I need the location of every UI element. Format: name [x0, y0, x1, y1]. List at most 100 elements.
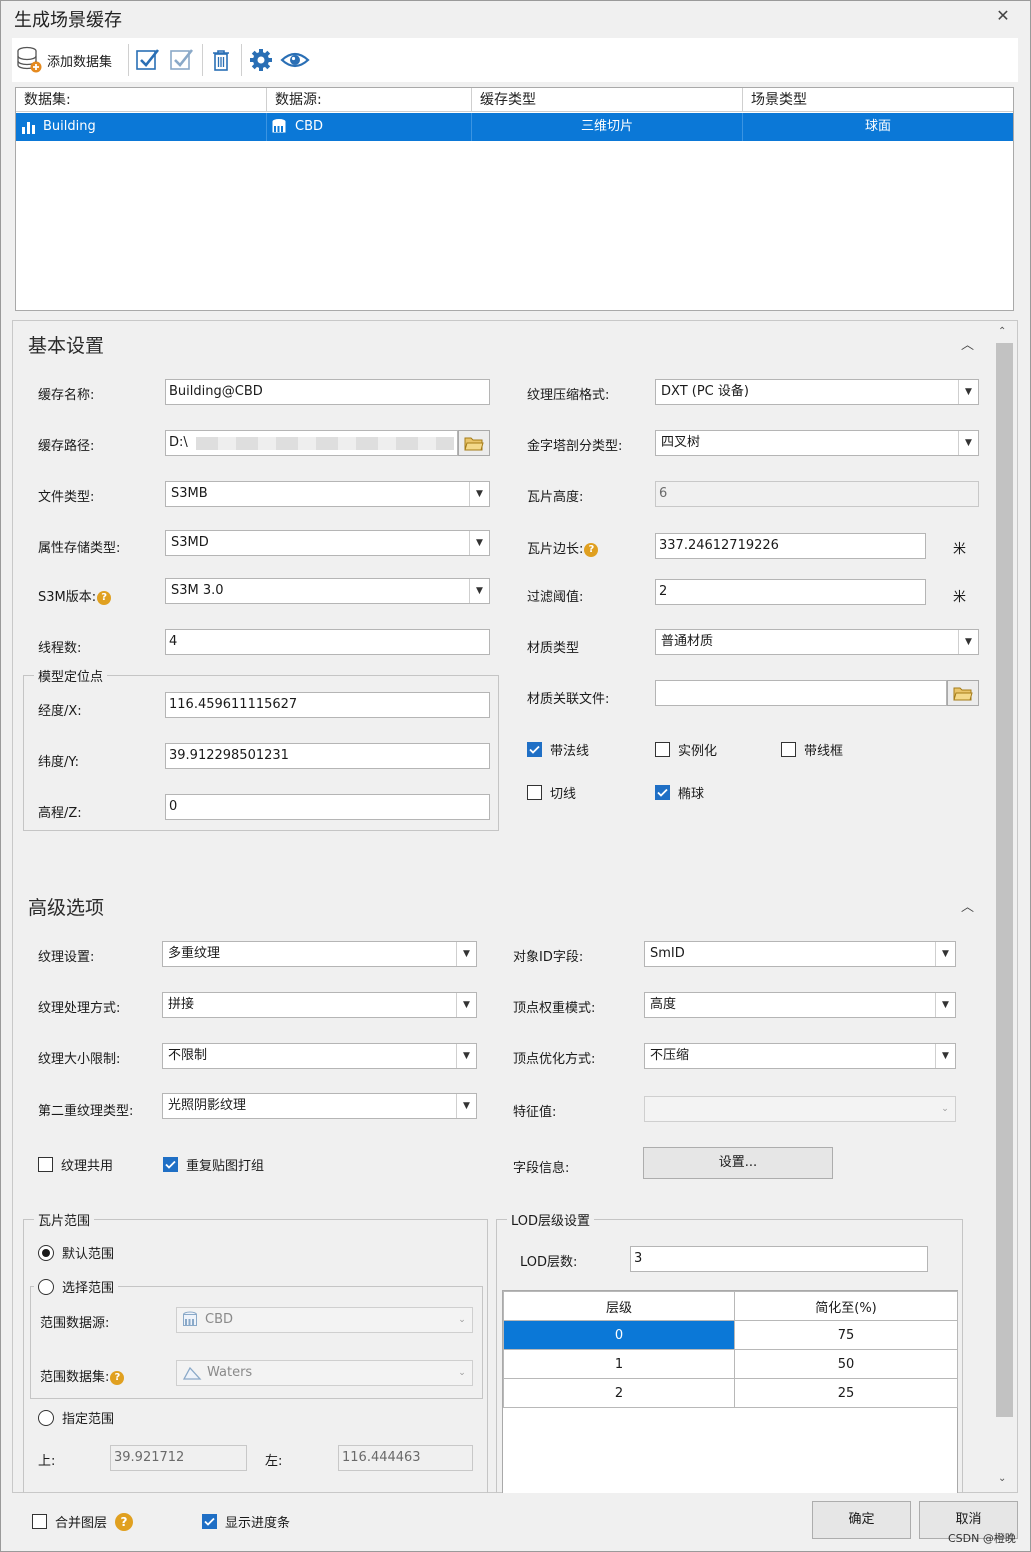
lon-label: 经度/X:	[38, 704, 82, 719]
lod-level-cell[interactable]: 1	[503, 1349, 735, 1379]
show-progress-checkbox[interactable]: 显示进度条	[202, 1512, 290, 1531]
scroll-up-icon[interactable]: ⌃	[998, 326, 1006, 337]
col-scene-type[interactable]: 场景类型	[743, 88, 1013, 112]
specify-range-label: 指定范围	[62, 1412, 115, 1427]
feature-select: ⌄	[644, 1096, 956, 1122]
tex-process-value: 拼接	[168, 997, 195, 1012]
range-ds-label: 范围数据源:	[40, 1316, 110, 1331]
tex-setting-select[interactable]: 多重纹理 ▼	[162, 941, 477, 967]
pyramid-value: 四叉树	[661, 435, 701, 450]
lod-simplify-cell[interactable]: 25	[734, 1378, 958, 1408]
checkbox-checked-icon	[527, 742, 542, 757]
help-icon[interactable]: ?	[115, 1512, 134, 1531]
wireframe-checkbox[interactable]: 带线框	[781, 740, 843, 759]
instancing-label: 实例化	[678, 744, 718, 759]
tex-size-select[interactable]: 不限制 ▼	[162, 1043, 477, 1069]
ellipsoid-checkbox[interactable]: 椭球	[655, 783, 704, 802]
pyramid-select[interactable]: 四叉树 ▼	[655, 430, 979, 456]
table-row[interactable]: 1 50	[503, 1349, 958, 1379]
vertex-opt-select[interactable]: 不压缩 ▼	[644, 1043, 956, 1069]
filter-input[interactable]: 2	[655, 579, 926, 605]
select-range-radio[interactable]: 选择范围	[34, 1277, 119, 1296]
range-dataset-label: 范围数据集:?	[40, 1366, 125, 1385]
chevron-down-icon: ▼	[935, 942, 955, 966]
field-info-label: 字段信息:	[513, 1161, 570, 1176]
attr-storage-select[interactable]: S3MD ▼	[165, 530, 490, 556]
chevron-down-icon: ⌄	[458, 1315, 466, 1325]
add-dataset-label: 添加数据集	[47, 54, 113, 70]
lod-col-level[interactable]: 层级	[503, 1291, 735, 1321]
tex-share-checkbox[interactable]: 纹理共用	[38, 1155, 113, 1174]
instancing-checkbox[interactable]: 实例化	[655, 740, 717, 759]
feature-label: 特征值:	[513, 1105, 557, 1120]
default-range-radio[interactable]: 默认范围	[38, 1243, 114, 1262]
tex-process-select[interactable]: 拼接 ▼	[162, 992, 477, 1018]
obj-id-select[interactable]: SmID ▼	[644, 941, 956, 967]
cache-name-input[interactable]: Building@CBD	[165, 379, 490, 405]
s3m-version-select[interactable]: S3M 3.0 ▼	[165, 578, 490, 604]
invert-selection-button[interactable]	[169, 44, 195, 76]
normals-checkbox[interactable]: 带法线	[527, 740, 589, 759]
scroll-down-icon[interactable]: ⌄	[998, 1473, 1006, 1484]
browse-material-button[interactable]	[947, 680, 979, 706]
table-row[interactable]: 0 75	[503, 1320, 958, 1350]
close-icon[interactable]: ✕	[994, 6, 1012, 26]
help-icon[interactable]: ?	[584, 542, 599, 557]
obj-id-value: SmID	[650, 946, 685, 961]
add-dataset-button[interactable]: 添加数据集	[16, 44, 112, 76]
lod-level-cell[interactable]: 0	[503, 1320, 735, 1350]
ok-button[interactable]: 确定	[812, 1501, 911, 1539]
table-row[interactable]: 2 25	[503, 1378, 958, 1408]
settings-button[interactable]	[248, 44, 274, 76]
help-icon[interactable]: ?	[110, 1370, 125, 1385]
tex-compress-select[interactable]: DXT (PC 设备) ▼	[655, 379, 979, 405]
col-dataset[interactable]: 数据集:	[16, 88, 267, 112]
tangent-checkbox[interactable]: 切线	[527, 783, 576, 802]
help-icon[interactable]: ?	[97, 590, 112, 605]
tile-edge-input[interactable]: 337.24612719226	[655, 533, 926, 559]
filter-unit: 米	[953, 590, 967, 605]
elev-input[interactable]: 0	[165, 794, 490, 820]
top-label: 上:	[38, 1454, 56, 1469]
vertex-weight-select[interactable]: 高度 ▼	[644, 992, 956, 1018]
normals-label: 带法线	[550, 744, 590, 759]
cache-path-input[interactable]: D:\	[165, 430, 458, 456]
check-invert-icon	[170, 49, 194, 70]
table-row[interactable]: Building CBD 三维切片 球面	[16, 113, 1013, 141]
repeat-tex-checkbox[interactable]: 重复贴图打组	[163, 1155, 264, 1174]
threads-input[interactable]: 4	[165, 629, 490, 655]
col-datasource[interactable]: 数据源:	[267, 88, 472, 112]
chevron-down-icon: ▼	[456, 1044, 476, 1068]
lod-count-input[interactable]: 3	[630, 1246, 928, 1272]
collapse-basic-icon[interactable]: ︿	[961, 334, 974, 353]
tex-compress-label: 纹理压缩格式:	[527, 388, 610, 403]
lod-level-cell[interactable]: 2	[503, 1378, 735, 1408]
scrollbar-thumb[interactable]	[996, 343, 1013, 1417]
checkbox-checked-icon	[655, 785, 670, 800]
datasource-icon	[272, 119, 286, 133]
second-tex-value: 光照阴影纹理	[168, 1098, 247, 1113]
second-tex-select[interactable]: 光照阴影纹理 ▼	[162, 1093, 477, 1119]
checkbox-empty-icon	[32, 1514, 47, 1529]
specify-range-radio[interactable]: 指定范围	[38, 1408, 114, 1427]
lod-table-container[interactable]: 层级 简化至(%) 0 75 1 50 2 25	[502, 1290, 958, 1493]
dataset-grid[interactable]: 数据集: 数据源: 缓存类型 场景类型 Building CBD 三维切片 球面	[15, 87, 1014, 311]
file-type-select[interactable]: S3MB ▼	[165, 481, 490, 507]
lon-input[interactable]: 116.459611115627	[165, 692, 490, 718]
lod-simplify-cell[interactable]: 50	[734, 1349, 958, 1379]
material-type-select[interactable]: 普通材质 ▼	[655, 629, 979, 655]
lod-simplify-cell[interactable]: 75	[734, 1320, 958, 1350]
browse-path-button[interactable]	[458, 430, 490, 456]
delete-button[interactable]	[209, 44, 233, 76]
field-settings-button[interactable]: 设置...	[643, 1147, 833, 1179]
select-all-button[interactable]	[135, 44, 161, 76]
lat-input[interactable]: 39.912298501231	[165, 743, 490, 769]
material-file-input[interactable]	[655, 680, 947, 706]
col-cache-type[interactable]: 缓存类型	[472, 88, 743, 112]
chevron-down-icon: ▼	[958, 431, 978, 455]
collapse-advanced-icon[interactable]: ︿	[961, 896, 974, 915]
preview-button[interactable]	[280, 44, 310, 76]
tex-share-label: 纹理共用	[61, 1159, 114, 1174]
lod-col-simplify[interactable]: 简化至(%)	[734, 1291, 958, 1321]
merge-layers-checkbox[interactable]: 合并图层 ?	[32, 1512, 134, 1531]
